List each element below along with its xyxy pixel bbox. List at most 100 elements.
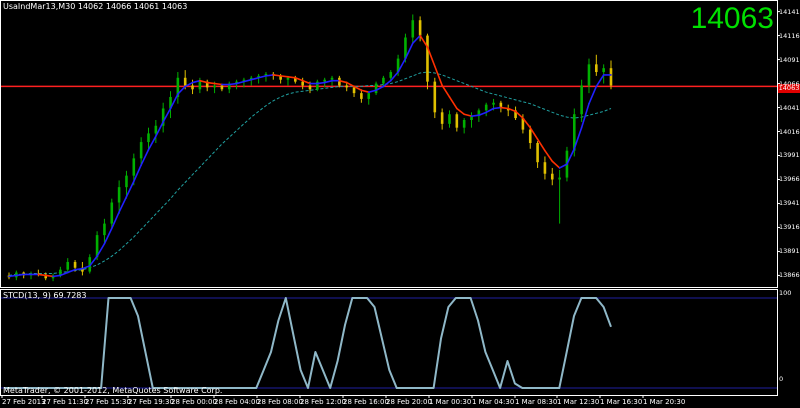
candle-body	[602, 68, 605, 73]
price-tick-label: 14141	[779, 7, 800, 16]
fast-moving-average-segment	[272, 74, 282, 77]
candle-body	[528, 129, 532, 144]
price-tick-label: 13866	[779, 271, 800, 280]
indicator-tick-100: 100	[779, 289, 792, 297]
fast-moving-average-segment	[15, 273, 25, 277]
candle-body	[147, 133, 150, 143]
time-tick-label: 28 Feb 00:00	[171, 398, 217, 406]
candle-body	[323, 79, 326, 82]
candle-body	[448, 114, 451, 124]
candle-body	[110, 202, 114, 224]
time-tick-label: 27 Feb 2013	[2, 398, 46, 406]
candle-body	[433, 81, 437, 113]
candle-body	[389, 72, 393, 78]
candle-body	[440, 112, 444, 124]
indicator-label: STCD(13, 9) 69.7283	[3, 291, 87, 300]
fast-moving-average-segment	[265, 74, 275, 77]
time-tick-label: 1 Mar 16:30	[600, 398, 643, 406]
candle-body	[374, 83, 378, 94]
fast-moving-average-segment	[551, 160, 561, 169]
candle-body	[132, 158, 136, 176]
time-tick-label: 27 Feb 11:30	[42, 398, 88, 406]
fast-moving-average-segment	[287, 76, 297, 79]
chart-window[interactable]: UsaIndMar13,M30 14062 14066 14061 14063 …	[0, 0, 800, 408]
candle-body	[330, 77, 334, 80]
candle-body	[103, 223, 106, 236]
price-tick-label: 13941	[779, 199, 800, 208]
time-tick-label: 1 Mar 12:30	[557, 398, 600, 406]
price-tick-label: 13891	[779, 247, 800, 256]
candle-body	[492, 102, 495, 105]
indicator-frame	[0, 289, 778, 396]
candle-body	[73, 261, 77, 268]
candle-body	[213, 85, 216, 88]
candle-body	[301, 81, 304, 86]
price-tick-label: 14041	[779, 103, 800, 112]
candle-body	[595, 64, 598, 73]
slow-moving-average-line	[8, 71, 612, 276]
candle-body	[411, 20, 415, 38]
fast-moving-average-segment	[456, 107, 465, 116]
candle-body	[191, 85, 194, 90]
time-tick-label: 28 Feb 04:00	[214, 398, 260, 406]
time-tick-label: 28 Feb 16:00	[343, 398, 389, 406]
price-tick-label: 14116	[779, 31, 800, 40]
fast-moving-average-segment	[74, 267, 84, 271]
candle-body	[418, 20, 422, 36]
time-tick-label: 1 Mar 04:30	[472, 398, 515, 406]
fast-moving-average-segment	[500, 106, 510, 110]
candle-body	[587, 64, 591, 86]
candle-body	[352, 87, 356, 94]
symbol-info: UsaIndMar13,M30 14062 14066 14061 14063	[3, 2, 188, 11]
stc-indicator-line	[5, 297, 612, 389]
fast-moving-average-segment	[206, 81, 216, 85]
candle-body	[462, 119, 466, 128]
candle-body	[426, 35, 429, 82]
fast-moving-average-segment	[279, 75, 289, 78]
time-tick-label: 1 Mar 08:30	[515, 398, 558, 406]
candle-body	[117, 187, 121, 203]
fast-moving-average-segment	[316, 81, 326, 85]
candle-body	[198, 81, 202, 90]
candle-body	[536, 143, 539, 163]
time-tick-label: 28 Feb 12:00	[300, 398, 346, 406]
time-tick-label: 28 Feb 20:00	[386, 398, 432, 406]
fast-moving-average-segment	[544, 149, 554, 163]
price-tick-label: 14016	[779, 127, 800, 136]
candle-body	[367, 93, 371, 99]
time-tick-label: 1 Mar 00:30	[429, 398, 472, 406]
main-chart-frame	[0, 0, 778, 288]
fast-moving-average-segment	[463, 113, 473, 117]
time-tick-label: 27 Feb 19:30	[128, 398, 174, 406]
candle-body	[609, 68, 613, 86]
candle-body	[183, 77, 187, 86]
candle-body	[455, 114, 459, 128]
time-tick-label: 28 Feb 08:00	[257, 398, 303, 406]
fast-moving-average-segment	[37, 273, 47, 277]
fast-moving-average-segment	[441, 84, 451, 98]
candle-body	[125, 175, 128, 188]
chart-canvas[interactable]	[0, 0, 800, 408]
fast-moving-average-segment	[470, 114, 480, 117]
candle-body	[360, 93, 363, 99]
candle-body	[558, 177, 561, 180]
price-tick-label: 14091	[779, 55, 800, 64]
fast-moving-average-segment	[588, 85, 598, 105]
fast-moving-average-segment	[360, 89, 370, 93]
candle-body	[308, 85, 312, 90]
candle-body	[484, 104, 488, 111]
fast-moving-average-segment	[228, 82, 238, 86]
fast-moving-average-segment	[44, 274, 54, 278]
candle-body	[345, 85, 349, 88]
time-tick-label: 27 Feb 15:30	[85, 398, 131, 406]
time-tick-label: 1 Mar 20:30	[643, 398, 686, 406]
price-tick-label: 14066	[779, 79, 800, 88]
candle-body	[382, 77, 385, 84]
price-tick-label: 13916	[779, 223, 800, 232]
candle-body	[139, 142, 143, 159]
fast-moving-average-segment	[492, 106, 502, 110]
candle-body	[154, 125, 158, 134]
candle-body	[550, 173, 554, 180]
fast-moving-average-segment	[8, 274, 18, 278]
indicator-tick-0: 0	[779, 375, 784, 383]
